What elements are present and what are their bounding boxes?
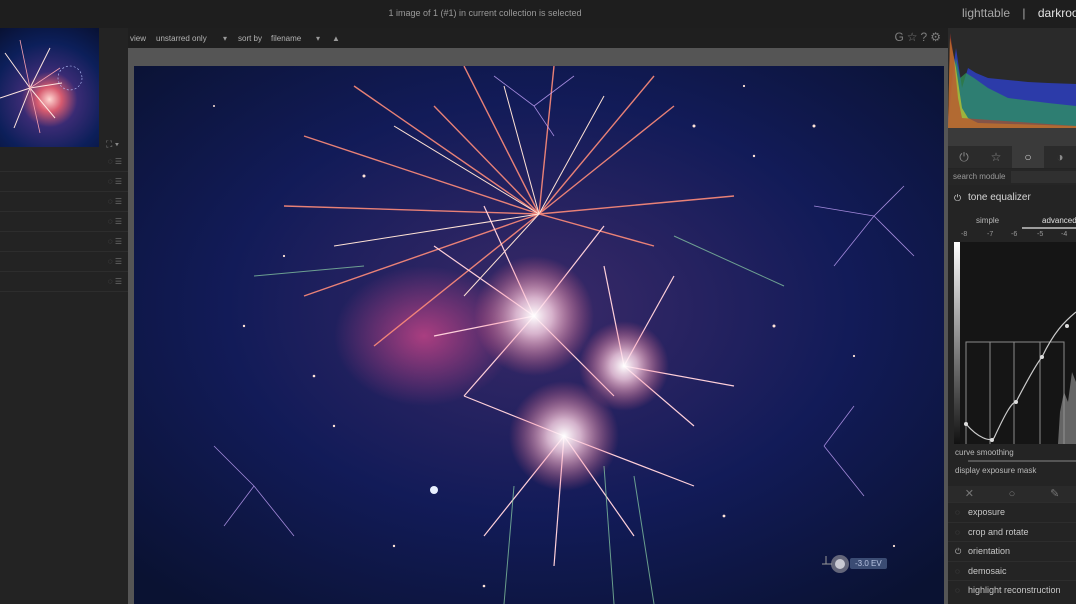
right-panel: ⏻ ☆ ○ ◑ search module ⏻ tone equalizer s… — [948, 28, 1076, 604]
power-icon[interactable]: ◌ — [955, 503, 960, 522]
tone-equalizer-header[interactable]: ⏻ tone equalizer — [948, 188, 1076, 208]
module-label: highlight reconstruction — [968, 585, 1061, 595]
history-row[interactable]: ◌ ☰ — [0, 172, 128, 192]
exposure-indicator[interactable]: -3.0 EV — [820, 552, 912, 576]
view-lighttable[interactable]: lighttable — [962, 6, 1010, 20]
thumb-tools-icon[interactable]: ⛶ ▾ — [106, 139, 119, 150]
module-label: crop and rotate — [968, 527, 1029, 537]
history-icons: ◌ ☰ — [107, 157, 122, 166]
search-label: search module — [953, 172, 1006, 181]
close-icon[interactable]: ✕ — [948, 486, 991, 502]
sort-direction-icon[interactable]: ▲ — [332, 34, 340, 43]
module-label: orientation — [968, 546, 1011, 556]
sort-select[interactable]: filename — [271, 34, 301, 43]
module-exposure[interactable]: ◌ exposure — [948, 502, 1076, 521]
history-icons: ◌ ☰ — [107, 237, 122, 246]
view-darkroom[interactable]: darkroo — [1038, 6, 1076, 20]
power-icon[interactable]: ◌ — [955, 581, 960, 600]
help-icon[interactable]: ? — [921, 30, 931, 44]
tone-curve-graph[interactable] — [954, 242, 1076, 444]
filter-toolbar: view unstarred only ▾ sort by filename ▾… — [128, 28, 948, 48]
chevron-down-icon[interactable]: ▾ — [316, 34, 320, 43]
gear-icon[interactable]: ⚙ — [930, 30, 944, 44]
star-icon[interactable]: ☆ — [907, 30, 921, 44]
history-icons: ◌ ☰ — [107, 197, 122, 206]
view-separator: | — [1022, 6, 1026, 20]
view-label: view — [130, 34, 147, 43]
history-icons: ◌ ☰ — [107, 177, 122, 186]
module-title: tone equalizer — [968, 192, 1031, 203]
tone-curve — [954, 242, 1076, 444]
tick-label: -6 — [1011, 231, 1018, 238]
active-tab-underline — [1022, 227, 1076, 229]
history-icons: ◌ ☰ — [107, 277, 122, 286]
tone-eq-tabs: simple advanced — [948, 214, 1076, 229]
history-row[interactable]: ◌ ☰ — [0, 152, 128, 172]
tick-label: -8 — [961, 231, 968, 238]
tick-label: -7 — [987, 231, 994, 238]
curve-smoothing-slider[interactable] — [968, 460, 1076, 462]
module-crop-rotate[interactable]: ◌ crop and rotate — [948, 522, 1076, 541]
module-orientation[interactable]: ⏻ orientation — [948, 541, 1076, 560]
module-search: search module — [948, 169, 1076, 185]
tab-simple[interactable]: simple — [976, 216, 999, 225]
search-input[interactable] — [1011, 171, 1076, 183]
module-label: exposure — [968, 507, 1006, 517]
left-panel: ⛶ ▾ ◌ ☰ ◌ ☰ ◌ ☰ ◌ ☰ ◌ ☰ ◌ ☰ ◌ ☰ — [0, 28, 128, 604]
module-group-tabs: ⏻ ☆ ○ ◑ — [948, 146, 1076, 168]
half-circle-icon[interactable]: ◑ — [1044, 146, 1076, 168]
module-bottom-icons: ✕ ○ ✎ — [948, 486, 1076, 502]
circle-icon[interactable]: ○ — [991, 486, 1034, 502]
history-row[interactable]: ◌ ☰ — [0, 232, 128, 252]
view-switcher: lighttable | darkroo — [962, 6, 1076, 20]
thumbnail-fireworks-image — [0, 39, 83, 134]
history-row[interactable]: ◌ ☰ — [0, 212, 128, 232]
power-icon[interactable]: ◌ — [955, 562, 960, 581]
tick-label: -5 — [1037, 231, 1044, 238]
power-icon[interactable]: ⏻ — [948, 146, 980, 168]
module-highlight-reconstruction[interactable]: ◌ highlight reconstruction — [948, 580, 1076, 599]
toolbar-icons: G☆?⚙ — [894, 30, 944, 44]
history-row[interactable]: ◌ ☰ — [0, 272, 128, 292]
module-label: demosaic — [968, 566, 1007, 576]
power-icon[interactable]: ⏻ — [954, 188, 961, 208]
fireworks-photo — [134, 66, 944, 604]
module-demosaic[interactable]: ◌ demosaic — [948, 561, 1076, 580]
chevron-down-icon[interactable]: ▾ — [223, 34, 227, 43]
power-icon[interactable]: ◌ — [955, 523, 960, 542]
top-bar: 1 image of 1 (#1) in current collection … — [0, 0, 1076, 28]
star-icon[interactable]: ☆ — [980, 146, 1012, 168]
tick-label: -4 — [1061, 231, 1068, 238]
sort-label: sort by — [238, 34, 263, 43]
power-icon[interactable]: ⏻ — [955, 542, 961, 561]
image-preview[interactable]: -3.0 EV — [134, 66, 944, 604]
curve-smoothing-label: curve smoothing — [955, 448, 1014, 457]
ev-ticks: -8 -7 -6 -5 -4 — [948, 231, 1076, 241]
circle-icon[interactable]: ○ — [1012, 146, 1044, 168]
histogram[interactable] — [948, 28, 1076, 146]
ev-badge: -3.0 EV — [850, 558, 887, 569]
history-row[interactable]: ◌ ☰ — [0, 252, 128, 272]
grouping-icon[interactable]: G — [894, 30, 906, 44]
view-filter-select[interactable]: unstarred only — [156, 34, 207, 43]
exposure-wheel-icon — [822, 555, 849, 573]
filmstrip-thumbnail[interactable] — [0, 28, 99, 147]
display-mask-label[interactable]: display exposure mask — [955, 466, 1036, 475]
history-icons: ◌ ☰ — [107, 217, 122, 226]
selection-status: 1 image of 1 (#1) in current collection … — [388, 8, 582, 18]
tab-advanced[interactable]: advanced — [1042, 216, 1076, 225]
history-icons: ◌ ☰ — [107, 257, 122, 266]
history-row[interactable]: ◌ ☰ — [0, 192, 128, 212]
brush-icon[interactable]: ✎ — [1033, 486, 1076, 502]
histogram-graph — [948, 33, 1076, 146]
center-view: -3.0 EV — [128, 48, 948, 604]
